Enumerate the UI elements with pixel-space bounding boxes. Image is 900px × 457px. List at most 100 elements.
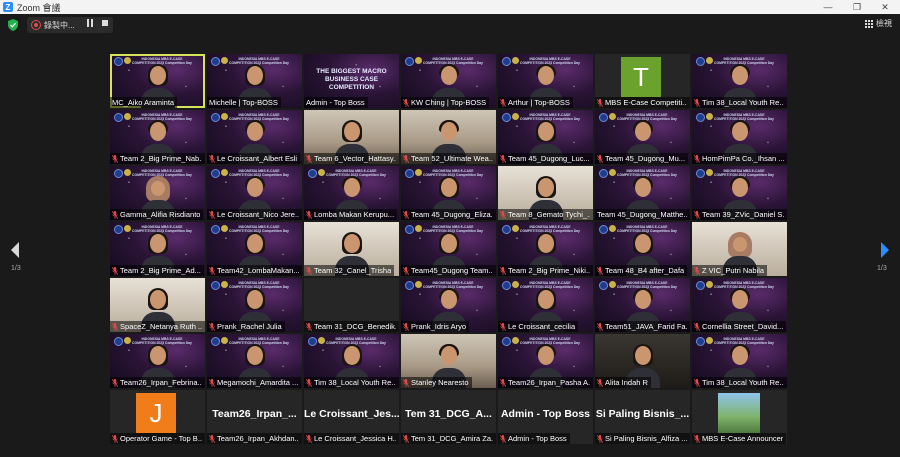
participant-tile[interactable]: INDONESIA MBS E-CASE COMPETITION 2023 Co… [207, 222, 302, 276]
recording-icon [31, 20, 41, 30]
participant-tile[interactable]: Si Paling Bisnis_... Si Paling Bisnis_Alf… [595, 390, 690, 444]
participant-tile[interactable]: INDONESIA MBS E-CASE COMPETITION 2023 Co… [110, 222, 205, 276]
mbs-logo-icon [114, 225, 123, 234]
mbs-logo-icon [405, 169, 414, 178]
mbs-logo-icon [502, 281, 511, 290]
participant-tile[interactable]: Team 31_DCG_Benedik... [304, 278, 399, 332]
participant-tile[interactable]: INDONESIA MBS E-CASE COMPETITION 2023 Co… [595, 222, 690, 276]
participant-tile[interactable]: INDONESIA MBS E-CASE COMPETITION 2023 Co… [110, 110, 205, 164]
participant-tile[interactable]: Z VIC_Putri Nabila [692, 222, 787, 276]
participant-tile[interactable]: INDONESIA MBS E-CASE COMPETITION 2023 Co… [498, 222, 593, 276]
participant-tile[interactable]: INDONESIA MBS E-CASE COMPETITION 2023 Co… [498, 110, 593, 164]
maximize-button[interactable]: ❐ [843, 0, 871, 14]
participant-tile[interactable]: INDONESIA MBS E-CASE COMPETITION 2023 Co… [692, 54, 787, 108]
participant-tile[interactable]: Stanley Nearesto [401, 334, 496, 388]
muted-mic-icon [403, 98, 409, 107]
participant-tile[interactable]: Le Croissant_Jes... Le Croissant_Jessica … [304, 390, 399, 444]
participant-tile[interactable]: Tem 31_DCG_A... Tem 31_DCG_Amira Za... [401, 390, 496, 444]
participant-name: Arthur | Top-BOSS [508, 98, 570, 107]
participant-tile[interactable]: T MBS E-Case Competiti... [595, 54, 690, 108]
recording-label: 錄製中... [44, 20, 75, 30]
pause-recording-icon[interactable] [86, 19, 94, 27]
partner-logo-icon [124, 113, 131, 120]
minimize-button[interactable]: — [814, 0, 842, 14]
previous-page-icon[interactable] [8, 240, 22, 260]
participant-tile[interactable]: MBS E-Case Announcer [692, 390, 787, 444]
participant-tile[interactable]: Team 8_Gemato Tychi_... [498, 166, 593, 220]
stop-recording-icon[interactable] [101, 19, 109, 27]
participant-tile[interactable]: INDONESIA MBS E-CASE COMPETITION 2023 Co… [207, 166, 302, 220]
participant-name-bar: Gamma_Alifia Risdianto [110, 209, 204, 220]
participant-tile[interactable]: INDONESIA MBS E-CASE COMPETITION 2023 Co… [401, 222, 496, 276]
participant-name: Michelle | Top-BOSS [209, 98, 278, 107]
participant-tile[interactable]: SpaceZ_Netanya Ruth ... [110, 278, 205, 332]
participant-tile[interactable]: INDONESIA MBS E-CASE COMPETITION 2023 Co… [304, 166, 399, 220]
participant-avatar: T [621, 57, 661, 97]
next-page-icon[interactable] [878, 240, 892, 260]
mbs-logo-icon [308, 337, 317, 346]
participant-name: Tim 38_Local Youth Re... [314, 378, 396, 387]
participant-name-bar: Le Croissant_Albert Esli [207, 153, 301, 164]
participant-tile[interactable]: INDONESIA MBS E-CASE COMPETITION 2023 Co… [595, 166, 690, 220]
participant-tile[interactable]: INDONESIA MBS E-CASE COMPETITION 2023 Co… [401, 166, 496, 220]
participant-name-bar: Arthur | Top-BOSS [498, 97, 573, 108]
participant-tile[interactable]: INDONESIA MBS E-CASE COMPETITION 2023 Co… [110, 334, 205, 388]
participant-name: HomPimPa Co._Ihsan ... [702, 154, 784, 163]
participant-tile[interactable]: INDONESIA MBS E-CASE COMPETITION 2023 Co… [110, 166, 205, 220]
partner-logo-icon [415, 57, 422, 64]
participant-name: Team 2_Big Prime_Niki... [508, 266, 590, 275]
participant-tile[interactable]: INDONESIA MBS E-CASE COMPETITION 2023 Co… [595, 278, 690, 332]
participant-name: Lomba Makan Kerupu... [314, 210, 395, 219]
mbs-logo-icon [211, 337, 220, 346]
partner-logo-icon [512, 57, 519, 64]
participant-tile[interactable]: INDONESIA MBS E-CASE COMPETITION 2023 Co… [498, 54, 593, 108]
mbs-logo-icon [211, 113, 220, 122]
participant-tile[interactable]: INDONESIA MBS E-CASE COMPETITION 2023 Co… [498, 278, 593, 332]
participant-name: Team 48_B4 after_Dafa [605, 266, 685, 275]
participant-tile[interactable]: Admin - Top Boss Admin - Top Boss [498, 390, 593, 444]
participant-tile[interactable]: INDONESIA MBS E-CASE COMPETITION 2023 Co… [401, 54, 496, 108]
participant-tile[interactable]: INDONESIA MBS E-CASE COMPETITION 2023 Co… [692, 278, 787, 332]
participant-tile[interactable]: INDONESIA MBS E-CASE COMPETITION 2023 Co… [207, 334, 302, 388]
page-indicator-left: 1/3 [11, 265, 21, 272]
shield-icon[interactable] [8, 19, 18, 31]
partner-logo-icon [221, 281, 228, 288]
participant-tile[interactable]: INDONESIA MBS E-CASE COMPETITION 2023 Co… [692, 110, 787, 164]
participant-tile[interactable]: INDONESIA MBS E-CASE COMPETITION 2023 Co… [207, 278, 302, 332]
partner-logo-icon [609, 169, 616, 176]
participant-tile[interactable]: INDONESIA MBS E-CASE COMPETITION 2023 Co… [595, 110, 690, 164]
participant-tile[interactable]: INDONESIA MBS E-CASE COMPETITION 2023 Co… [692, 334, 787, 388]
partner-logo-icon [221, 57, 228, 64]
muted-mic-icon [209, 434, 215, 443]
participant-tile[interactable]: INDONESIA MBS E-CASE COMPETITION 2023 Co… [498, 334, 593, 388]
participant-tile[interactable]: Team 52_Ultimate Wea... [401, 110, 496, 164]
participant-name-bar: MBS E-Case Competiti... [595, 97, 690, 108]
participant-tile[interactable]: INDONESIA MBS E-CASE COMPETITION 2023 Co… [401, 278, 496, 332]
participant-name: Alita Indah R [605, 378, 648, 387]
mbs-logo-icon [405, 225, 414, 234]
participant-tile[interactable]: Team26_Irpan_... Team26_Irpan_Akhdan... [207, 390, 302, 444]
participant-tile[interactable]: INDONESIA MBS E-CASE COMPETITION 2023 Co… [692, 166, 787, 220]
muted-mic-icon [500, 322, 506, 331]
participant-display-name: Team26_Irpan_... [212, 408, 297, 420]
participant-name-bar: Michelle | Top-BOSS [207, 97, 281, 108]
participant-tile[interactable]: INDONESIA MBS E-CASE COMPETITION 2023 Co… [207, 110, 302, 164]
participant-name-bar: Operator Game - Top B... [110, 433, 205, 444]
mbs-logo-icon [696, 57, 705, 66]
participant-tile[interactable]: INDONESIA MBS E-CASE COMPETITION 2023 Co… [110, 54, 205, 108]
view-button[interactable]: 檢視 [865, 18, 892, 29]
participant-name-bar: Team 32_Canel_Trisha [304, 265, 395, 276]
participant-tile[interactable]: INDONESIA MBS E-CASE COMPETITION 2023 Co… [207, 54, 302, 108]
close-button[interactable]: ✕ [871, 0, 899, 14]
partner-logo-icon [124, 169, 131, 176]
participant-tile[interactable]: INDONESIA MBS E-CASE COMPETITION 2023 Co… [304, 334, 399, 388]
participant-tile[interactable]: Alita Indah R [595, 334, 690, 388]
participant-tile[interactable]: Team 32_Canel_Trisha [304, 222, 399, 276]
participant-name: Team 39_ZVic_Daniel S... [702, 210, 784, 219]
participant-tile[interactable]: THE BIGGEST MACRO BUSINESS CASE COMPETIT… [304, 54, 399, 108]
muted-mic-icon [306, 266, 312, 275]
muted-mic-icon [403, 154, 409, 163]
participant-tile[interactable]: Team 6_Vector_Hattasy... [304, 110, 399, 164]
participant-display-name: Admin - Top Boss [500, 408, 591, 420]
participant-tile[interactable]: J Operator Game - Top B... [110, 390, 205, 444]
